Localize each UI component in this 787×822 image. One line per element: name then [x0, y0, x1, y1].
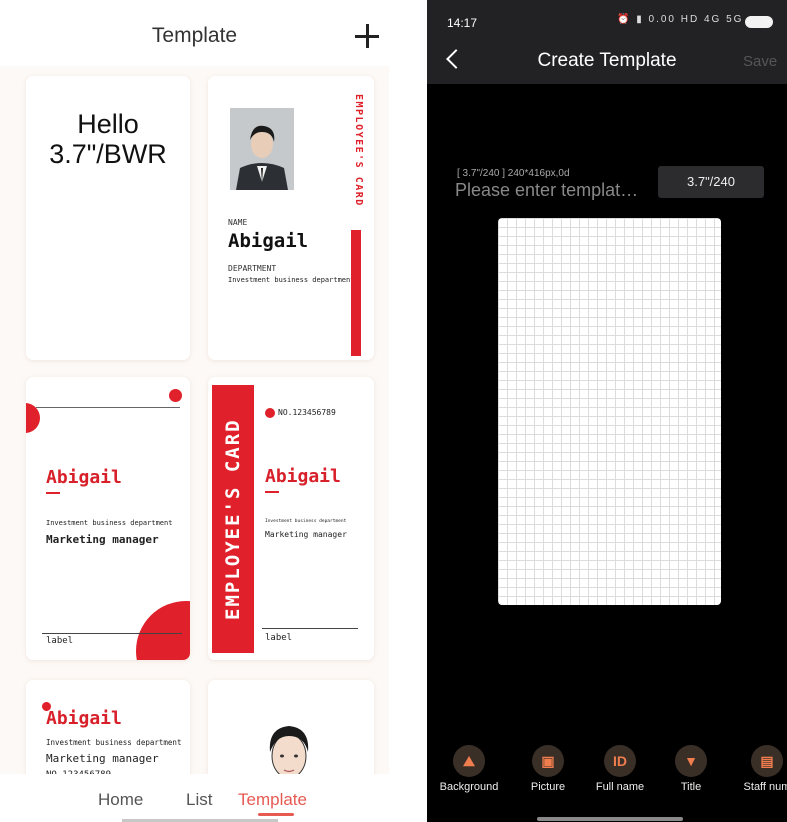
card-hello-text: Hello 3.7"/BWR — [49, 109, 167, 169]
plus-icon[interactable] — [353, 22, 381, 50]
tool-label: Picture — [530, 781, 566, 793]
template-screen: Template Hello 3.7"/BWR NAME Abigail DEP… — [0, 0, 389, 822]
page-title: Template — [151, 24, 238, 47]
employee-name: Abigail — [46, 467, 122, 488]
name-underline — [265, 491, 279, 493]
create-template-screen: 14:17 ⏰ ▮ 0.00 HD 4G 5G ≋ Create Templat… — [427, 0, 787, 822]
employee-name: Abigail — [46, 708, 122, 729]
department-value: Investment business department — [46, 519, 173, 527]
divider-line — [42, 633, 182, 634]
nav-template[interactable]: Template — [238, 790, 307, 810]
red-accent-bar — [351, 230, 361, 356]
employee-card-vertical-label: EMPLOYEE'S CARD — [222, 418, 244, 620]
role-value: Marketing manager — [46, 533, 159, 546]
employee-card-vertical-label: EMPLOYEE'S CARD — [353, 94, 364, 207]
header: Template — [0, 0, 389, 66]
role-value: Marketing manager — [265, 530, 347, 539]
employee-number: NO.123456789 — [278, 408, 336, 417]
divider-line — [36, 407, 180, 408]
template-card-employee-photo[interactable]: NAME Abigail DEPARTMENT Investment busin… — [208, 76, 374, 360]
department-label: DEPARTMENT — [228, 264, 277, 273]
red-dot — [265, 408, 275, 418]
nav-home[interactable]: Home — [98, 790, 143, 810]
tool-picture[interactable]: ▣ Picture — [508, 745, 588, 793]
department-value: Investment business department — [228, 276, 355, 284]
toolbar: ⛰ Background ▣ Picture ID Full name ▼ Ti… — [427, 745, 787, 805]
employee-name: Abigail — [265, 466, 341, 487]
department-value: Investment business department — [46, 738, 182, 747]
tool-staff-number[interactable]: ▤ Staff num — [727, 745, 787, 793]
nav-list[interactable]: List — [186, 790, 212, 810]
bottom-navigation: Home List Template — [0, 774, 389, 822]
page-title: Create Template — [537, 50, 677, 71]
background-icon: ⛰ — [453, 745, 485, 777]
badge-icon: ▤ — [751, 745, 783, 777]
home-indicator — [537, 817, 683, 821]
divider-line — [262, 628, 358, 629]
id-icon: ID — [604, 745, 636, 777]
tool-label: Background — [439, 781, 499, 793]
name-underline — [46, 492, 60, 494]
employee-name: Abigail — [228, 230, 309, 252]
card-label: label — [46, 636, 74, 646]
picture-icon: ▣ — [532, 745, 564, 777]
role-value: Marketing manager — [46, 752, 159, 765]
tool-label: Title — [680, 781, 702, 793]
employee-photo — [230, 108, 294, 190]
top-bar: 14:17 ⏰ ▮ 0.00 HD 4G 5G ≋ Create Templat… — [427, 0, 787, 84]
department-value: Investment business department — [265, 519, 347, 524]
design-canvas[interactable] — [498, 218, 721, 605]
red-quarter-circle — [136, 601, 190, 660]
tool-label: Full name — [595, 781, 645, 793]
size-select-button[interactable]: 3.7"/240 — [658, 166, 764, 198]
card-label: label — [265, 633, 293, 643]
template-card-red-strip[interactable]: EMPLOYEE'S CARD NO.123456789 Abigail Inv… — [208, 377, 374, 660]
template-name-input[interactable] — [455, 178, 661, 202]
template-card-hello[interactable]: Hello 3.7"/BWR — [26, 76, 190, 360]
tool-label: Staff num — [743, 781, 787, 793]
name-label: NAME — [228, 218, 248, 227]
tool-full-name[interactable]: ID Full name — [580, 745, 660, 793]
battery-icon — [745, 16, 773, 28]
red-dot — [169, 389, 182, 402]
active-tab-indicator — [258, 813, 294, 816]
status-icons: ⏰ ▮ 0.00 HD 4G 5G ≋ — [617, 14, 759, 25]
tie-icon: ▼ — [675, 745, 707, 777]
status-time: 14:17 — [447, 16, 478, 30]
save-button[interactable]: Save — [743, 53, 777, 70]
tool-background[interactable]: ⛰ Background — [429, 745, 509, 793]
template-card-circles[interactable]: Abigail Investment business department M… — [26, 377, 190, 660]
tool-title[interactable]: ▼ Title — [651, 745, 731, 793]
